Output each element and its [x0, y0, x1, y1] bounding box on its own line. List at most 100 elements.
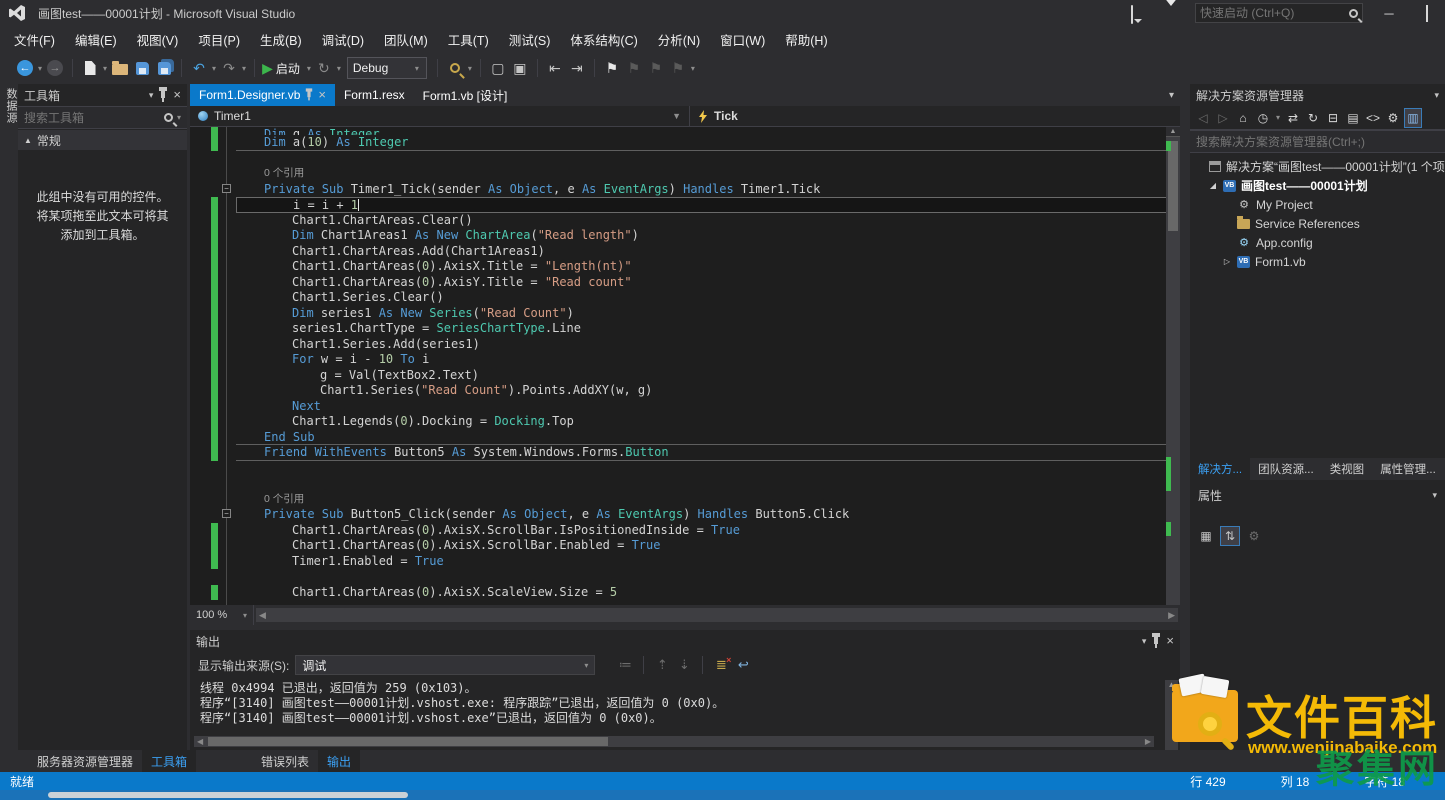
- code-line[interactable]: Dim series1 As New Series("Read Count"): [190, 306, 1180, 322]
- code-line[interactable]: Friend WithEvents Button5 As System.Wind…: [190, 445, 1180, 461]
- fold-margin[interactable]: [218, 492, 236, 508]
- breakpoint-margin[interactable]: [190, 127, 211, 135]
- fold-margin[interactable]: [218, 523, 236, 539]
- menu-item-1[interactable]: 编辑(E): [65, 26, 127, 53]
- preview-selected-items-icon[interactable]: ▥: [1404, 108, 1422, 128]
- debug-configuration-combobox[interactable]: Debug▾: [347, 57, 427, 79]
- menu-item-9[interactable]: 体系结构(C): [560, 26, 647, 53]
- document-tab-1[interactable]: Form1.resx: [335, 84, 414, 106]
- quick-launch-input[interactable]: [1200, 6, 1349, 20]
- code-line[interactable]: Next: [190, 399, 1180, 415]
- breakpoint-margin[interactable]: [190, 585, 211, 601]
- dropdown-caret-icon[interactable]: ▾: [337, 64, 341, 73]
- save-icon[interactable]: [132, 57, 152, 79]
- window-position-icon[interactable]: ▾: [1142, 636, 1147, 647]
- editor-horizontal-scrollbar[interactable]: ◀ ▶: [256, 608, 1178, 622]
- next-bookmark-icon[interactable]: ⚑: [646, 57, 666, 79]
- menu-item-3[interactable]: 项目(P): [188, 26, 250, 53]
- back-icon[interactable]: ◁: [1194, 108, 1212, 128]
- window-position-icon[interactable]: ▾: [1434, 90, 1439, 101]
- fold-margin[interactable]: [218, 275, 236, 291]
- restart-icon[interactable]: ↻: [314, 57, 334, 79]
- increase-indent-icon[interactable]: ⇥: [567, 57, 587, 79]
- fold-margin[interactable]: [218, 399, 236, 415]
- collapse-region-icon[interactable]: −: [222, 184, 231, 193]
- previous-message-icon[interactable]: ⇡: [652, 655, 672, 675]
- fold-margin[interactable]: [218, 321, 236, 337]
- fold-margin[interactable]: [218, 306, 236, 322]
- menu-item-7[interactable]: 工具(T): [438, 26, 499, 53]
- tree-item-3[interactable]: Service References: [1190, 214, 1445, 233]
- code-line[interactable]: Chart1.Series.Add(series1): [190, 337, 1180, 353]
- close-icon[interactable]: ×: [1166, 636, 1174, 646]
- navigate-forward-icon[interactable]: →: [45, 57, 65, 79]
- toolbox-search[interactable]: ▾: [18, 106, 187, 129]
- menu-item-0[interactable]: 文件(F): [4, 26, 65, 53]
- breakpoint-margin[interactable]: [190, 244, 211, 260]
- dropdown-caret-icon[interactable]: ▾: [38, 64, 42, 73]
- breakpoint-margin[interactable]: [190, 538, 211, 554]
- expanded-arrow-icon[interactable]: ◢: [1208, 181, 1218, 190]
- scrollbar-thumb[interactable]: [208, 737, 608, 746]
- fold-margin[interactable]: [218, 228, 236, 244]
- menu-item-10[interactable]: 分析(N): [648, 26, 710, 53]
- alphabetical-icon[interactable]: ⇅: [1220, 526, 1240, 546]
- breakpoint-margin[interactable]: [190, 383, 211, 399]
- dropdown-caret-icon[interactable]: ▾: [242, 64, 246, 73]
- scroll-left-icon[interactable]: ◀: [197, 737, 203, 746]
- code-line[interactable]: Chart1.ChartAreas.Add(Chart1Areas1): [190, 244, 1180, 260]
- pending-changes-filter-icon[interactable]: ◷: [1254, 108, 1272, 128]
- scroll-left-icon[interactable]: ◀: [259, 610, 266, 621]
- refresh-icon[interactable]: ↻: [1304, 108, 1322, 128]
- navigate-backward-icon[interactable]: ←: [15, 57, 35, 79]
- object-dropdown[interactable]: Timer1 ▼: [190, 106, 690, 126]
- tree-item-1[interactable]: ◢VB画图test——00001计划: [1190, 176, 1445, 195]
- code-line[interactable]: Chart1.ChartAreas(0).AxisY.Title = "Read…: [190, 275, 1180, 291]
- fold-margin[interactable]: [218, 337, 236, 353]
- split-window-icon[interactable]: ▣: [510, 57, 530, 79]
- output-source-combobox[interactable]: 调试 ▾: [295, 655, 595, 675]
- editor-vertical-scrollbar[interactable]: ▲: [1166, 127, 1180, 605]
- code-line[interactable]: Chart1.Series.Clear(): [190, 290, 1180, 306]
- bottom-tab-right-1[interactable]: 输出: [318, 750, 360, 773]
- feedback-icon[interactable]: [1131, 6, 1149, 20]
- zoom-control[interactable]: 100 % ▾: [190, 605, 254, 625]
- code-line[interactable]: Chart1.Series("Read Count").Points.AddXY…: [190, 383, 1180, 399]
- code-line[interactable]: 0 个引用: [190, 492, 1180, 508]
- breakpoint-margin[interactable]: [190, 492, 211, 508]
- fold-margin[interactable]: −: [218, 182, 236, 198]
- show-all-files-icon[interactable]: ▤: [1344, 108, 1362, 128]
- data-sources-side-tab[interactable]: 数据源: [3, 88, 19, 124]
- fold-margin[interactable]: [218, 151, 236, 167]
- bottom-tab-left-0[interactable]: 服务器资源管理器: [28, 750, 142, 773]
- output-horizontal-scrollbar[interactable]: ◀ ▶: [194, 736, 1154, 747]
- code-line[interactable]: −Private Sub Button5_Click(sender As Obj…: [190, 507, 1180, 523]
- fold-margin[interactable]: [218, 585, 236, 601]
- pin-icon[interactable]: [308, 91, 311, 97]
- breakpoint-margin[interactable]: [190, 476, 211, 492]
- clear-all-icon[interactable]: ≣×: [711, 655, 731, 675]
- dropdown-caret-icon[interactable]: ▾: [691, 64, 695, 73]
- breakpoint-margin[interactable]: [190, 306, 211, 322]
- panel-tab-1[interactable]: 团队资源...: [1250, 458, 1322, 480]
- toggle-word-wrap-icon[interactable]: ↩: [733, 655, 753, 675]
- breakpoint-margin[interactable]: [190, 166, 211, 182]
- breakpoint-margin[interactable]: [190, 569, 211, 585]
- bookmark-icon[interactable]: ⚑: [602, 57, 622, 79]
- fold-margin[interactable]: [218, 368, 236, 384]
- collapsed-arrow-icon[interactable]: ▷: [1222, 257, 1232, 266]
- code-line[interactable]: Chart1.ChartAreas(0).AxisX.ScaleView.Siz…: [190, 585, 1180, 601]
- code-line[interactable]: Dim Chart1Areas1 As New ChartArea("Read …: [190, 228, 1180, 244]
- toolbox-section-general[interactable]: ▲ 常规: [18, 130, 187, 150]
- fold-margin[interactable]: [218, 213, 236, 229]
- collapse-all-icon[interactable]: ⊟: [1324, 108, 1342, 128]
- scroll-right-icon[interactable]: ▶: [1145, 737, 1151, 746]
- chevron-down-icon[interactable]: ▾: [1432, 490, 1437, 501]
- fold-margin[interactable]: [218, 414, 236, 430]
- solution-search[interactable]: [1190, 130, 1445, 153]
- code-line[interactable]: Dim g As Integer: [190, 127, 1180, 135]
- code-line[interactable]: series1.ChartType = SeriesChartType.Line: [190, 321, 1180, 337]
- breakpoint-margin[interactable]: [190, 554, 211, 570]
- fold-margin[interactable]: [218, 135, 236, 151]
- panel-tab-3[interactable]: 属性管理...: [1372, 458, 1444, 480]
